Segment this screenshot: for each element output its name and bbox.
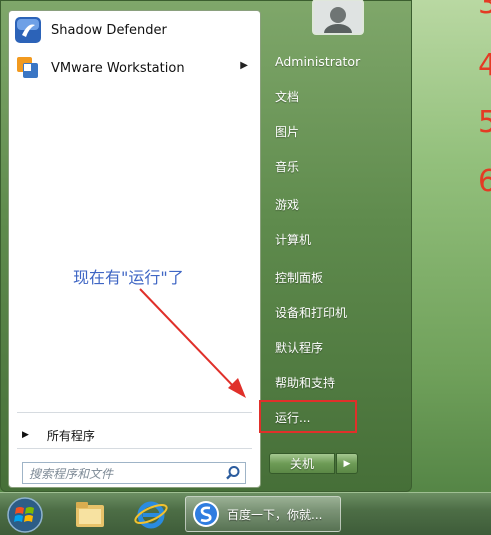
annotation-arrow [139,288,246,398]
taskbar: 百度一下，你就... [0,492,491,535]
taskbar-task-browser[interactable]: 百度一下，你就... [185,496,341,532]
start-orb-icon[interactable] [5,496,45,534]
internet-explorer-icon[interactable] [133,497,169,531]
taskbar-task-label: 百度一下，你就... [227,507,323,522]
folder-icon[interactable] [72,497,108,531]
sogou-browser-icon [193,501,219,527]
